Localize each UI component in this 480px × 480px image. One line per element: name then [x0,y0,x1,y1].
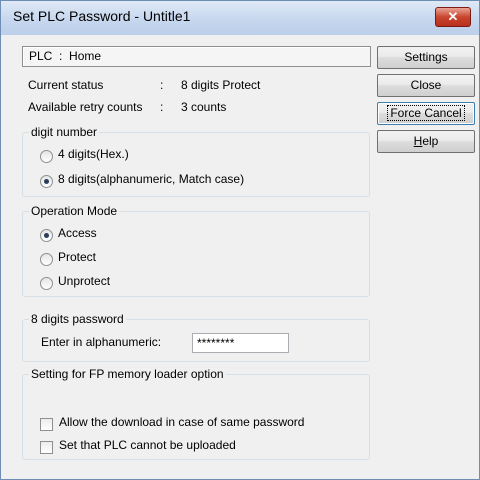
retry-count-value: 3 counts [181,100,227,114]
radio-unprotect-label[interactable]: Unprotect [58,274,110,288]
no-upload-label[interactable]: Set that PLC cannot be uploaded [59,438,236,452]
password-label: Enter in alphanumeric: [41,335,162,349]
no-upload-checkbox[interactable] [40,441,53,454]
force-cancel-button[interactable]: Force Cancel [377,102,475,125]
plc-value: Home [69,49,102,63]
fp-memory-loader-legend: Setting for FP memory loader option [29,367,226,381]
help-button[interactable]: Help [377,130,475,153]
retry-count-separator: : [160,100,164,114]
radio-protect-label[interactable]: Protect [58,250,96,264]
settings-button[interactable]: Settings [377,46,475,69]
window-close-button[interactable]: ✕ [435,7,471,27]
settings-button-label: Settings [404,50,448,64]
help-button-label: elp [422,134,439,148]
close-button-label: Close [410,78,442,92]
password-input-value: ******** [197,336,235,350]
plc-name-field: PLC : Home [22,46,371,67]
radio-unprotect[interactable] [40,277,53,290]
password-legend: 8 digits password [29,312,126,326]
radio-8-digits[interactable] [40,175,53,188]
plc-separator: : [59,49,63,63]
force-cancel-button-label: Force Cancel [387,105,465,121]
close-x-icon: ✕ [447,9,459,24]
radio-access[interactable] [40,229,53,242]
radio-8-digits-label[interactable]: 8 digits(alphanumeric, Match case) [58,172,244,186]
fp-memory-loader-group: Setting for FP memory loader option Allo… [22,367,370,460]
radio-4-digits-label[interactable]: 4 digits(Hex.) [58,147,129,161]
current-status-separator: : [160,78,164,92]
password-input[interactable]: ******** [192,333,289,353]
radio-protect[interactable] [40,253,53,266]
plc-name-text: PLC : Home [29,49,101,63]
current-status-label: Current status [28,78,104,92]
allow-download-checkbox[interactable] [40,418,53,431]
title-bar[interactable]: Set PLC Password - Untitle1 ✕ [1,1,479,35]
retry-count-label: Available retry counts [28,100,143,114]
operation-mode-legend: Operation Mode [29,204,120,218]
dialog-body: PLC : Home Current status : 8 digits Pro… [9,36,475,474]
set-plc-password-dialog: Set PLC Password - Untitle1 ✕ PLC : Home… [0,0,480,480]
window-title: Set PLC Password - Untitle1 [13,8,191,24]
radio-access-label[interactable]: Access [58,226,97,240]
digit-number-group: digit number 4 digits(Hex.) 8 digits(alp… [22,125,370,197]
digit-number-legend: digit number [29,125,100,139]
radio-4-digits[interactable] [40,150,53,163]
plc-label: PLC [29,49,53,63]
operation-mode-group: Operation Mode Access Protect Unprotect [22,204,370,297]
allow-download-label[interactable]: Allow the download in case of same passw… [59,415,304,429]
close-button[interactable]: Close [377,74,475,97]
current-status-value: 8 digits Protect [181,78,261,92]
